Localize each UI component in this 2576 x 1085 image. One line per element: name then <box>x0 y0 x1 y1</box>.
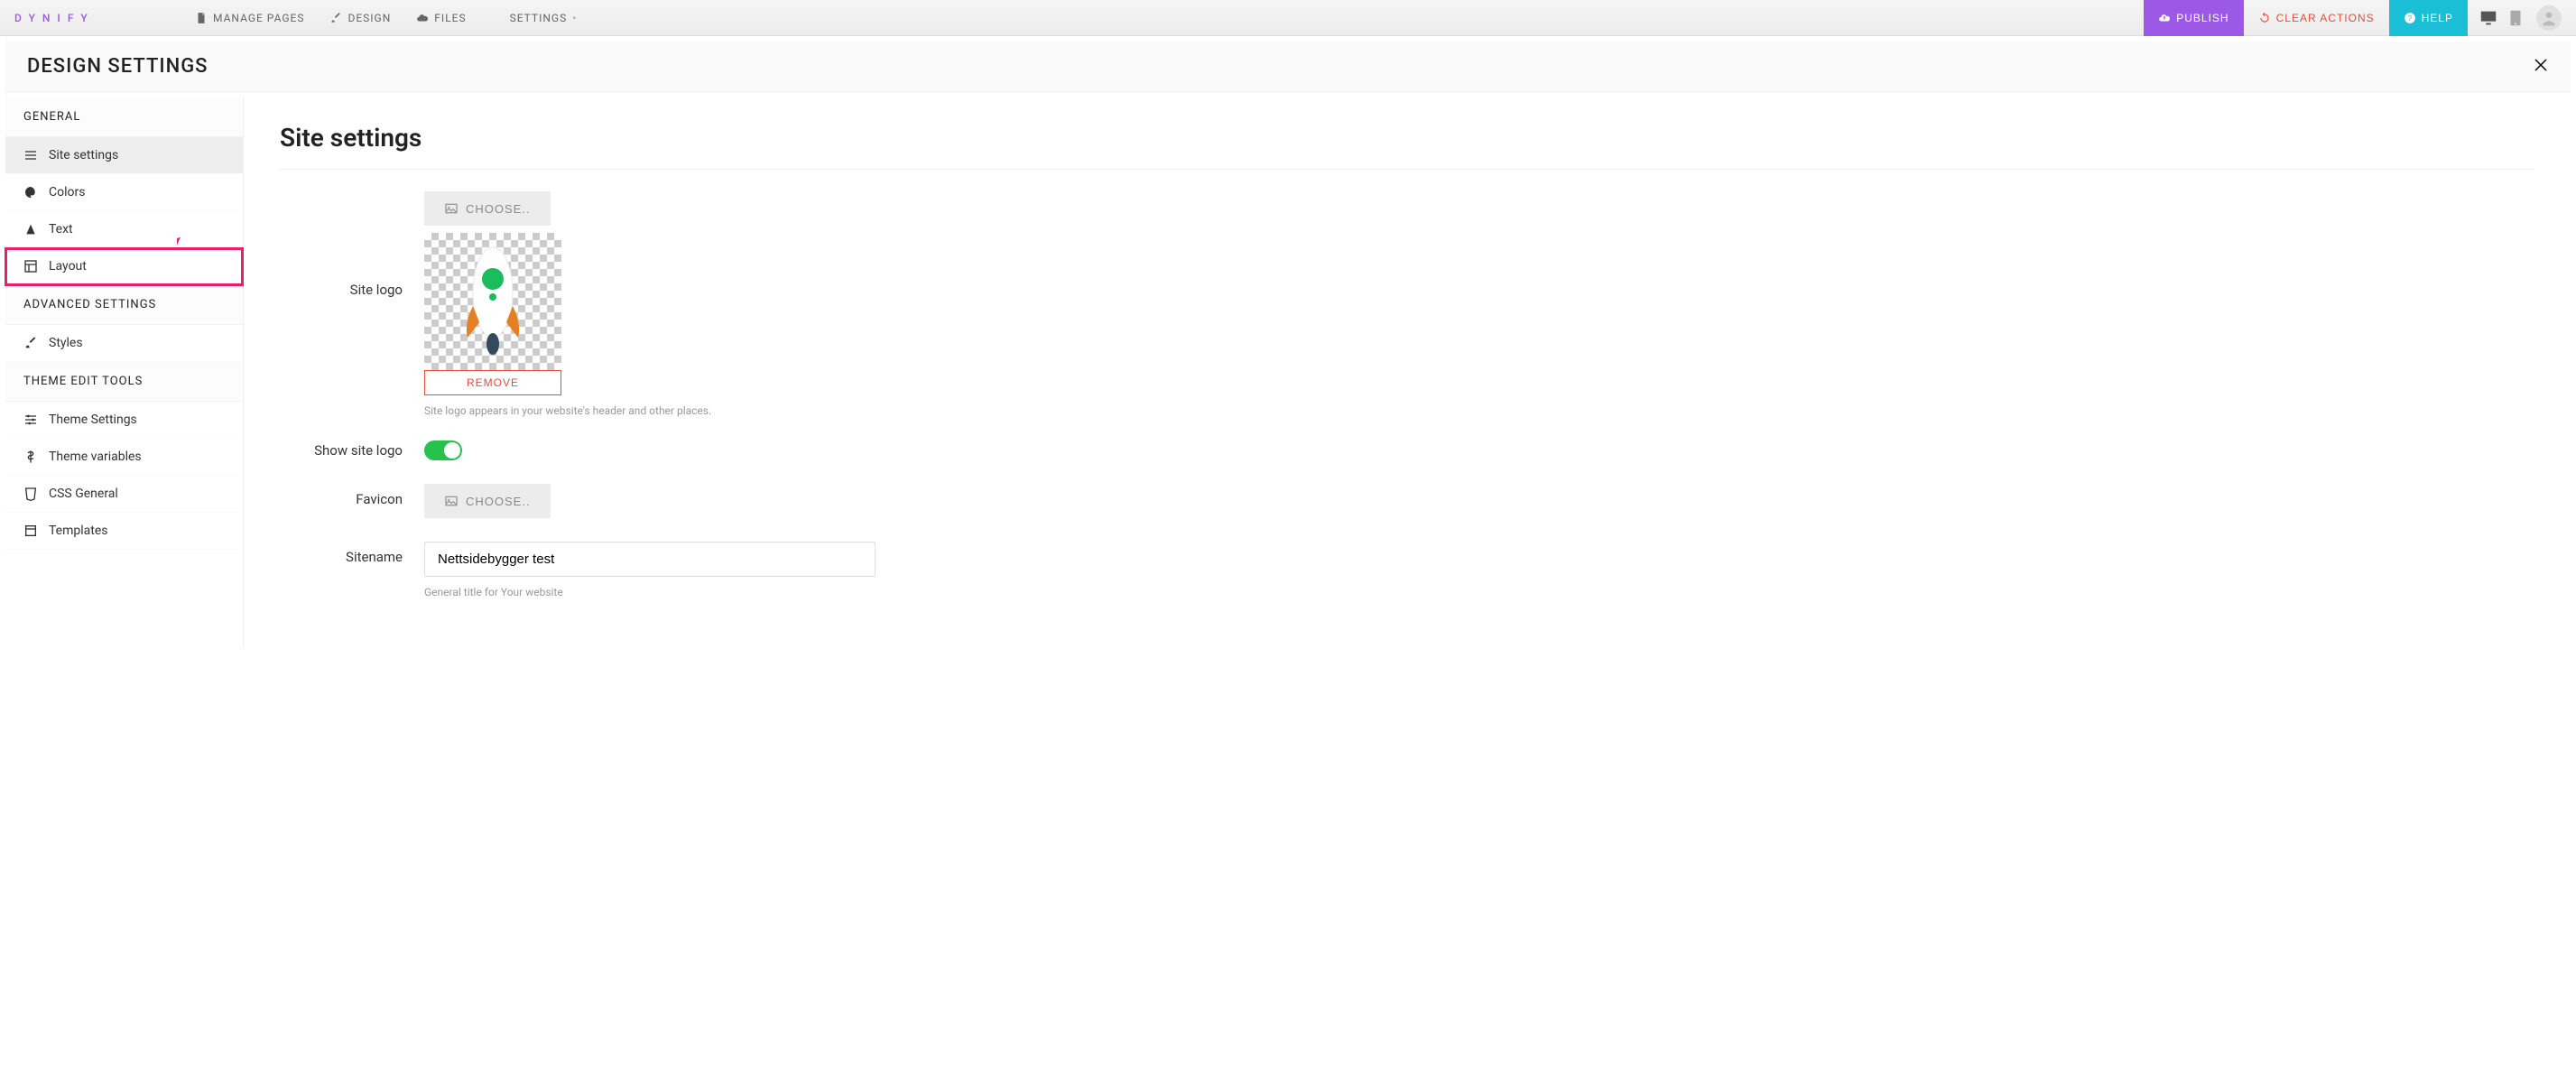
sidebar-item-layout[interactable]: Layout <box>5 248 243 285</box>
nav-manage-pages[interactable]: MANAGE PAGES <box>195 12 304 24</box>
sidebar-item-label: Theme Settings <box>49 413 137 427</box>
panel-header: DESIGN SETTINGS <box>5 42 2571 92</box>
nav-settings-label: SETTINGS <box>510 12 568 24</box>
topbar: DYNIFY MANAGE PAGES DESIGN FILES SETTING… <box>0 0 2576 36</box>
sidebar-item-label: CSS General <box>49 487 118 501</box>
sidebar-item-theme-settings[interactable]: Theme Settings <box>5 402 243 439</box>
palette-icon <box>23 185 38 199</box>
divider <box>280 169 2534 170</box>
main-content: Site settings Site logo CHOOSE.. <box>244 97 2571 647</box>
sidebar-item-label: Templates <box>49 524 108 538</box>
svg-text:?: ? <box>2407 14 2412 22</box>
settings-sidebar: GENERAL Site settings Colors Text Layout… <box>5 97 244 647</box>
hamburger-icon <box>23 148 38 162</box>
viewport-controls <box>2468 8 2536 28</box>
choose-favicon-button[interactable]: CHOOSE.. <box>424 484 551 518</box>
show-logo-toggle[interactable] <box>424 440 462 460</box>
font-icon <box>23 222 38 236</box>
sidebar-item-label: Site settings <box>49 148 118 162</box>
logo-help-text: Site logo appears in your website's head… <box>424 404 876 417</box>
sidebar-item-label: Layout <box>49 259 87 274</box>
toggle-knob <box>444 442 460 459</box>
sitename-row: Sitename General title for Your website <box>280 542 2534 598</box>
site-logo-row: Site logo CHOOSE.. <box>280 191 2534 417</box>
clear-label: CLEAR ACTIONS <box>2276 12 2375 24</box>
sidebar-item-styles[interactable]: Styles <box>5 325 243 362</box>
image-icon <box>444 201 459 216</box>
favicon-label: Favicon <box>280 484 424 507</box>
sidebar-section-general: GENERAL <box>5 97 243 137</box>
choose-label: CHOOSE.. <box>466 495 531 508</box>
main-title: Site settings <box>280 123 2534 153</box>
remove-label: REMOVE <box>467 376 519 389</box>
close-icon <box>2533 57 2549 73</box>
logo-preview <box>424 233 561 370</box>
cloud-icon <box>416 12 429 24</box>
image-icon <box>444 494 459 508</box>
clear-actions-button[interactable]: CLEAR ACTIONS <box>2244 0 2389 36</box>
sidebar-item-theme-variables[interactable]: Theme variables <box>5 439 243 476</box>
help-label: HELP <box>2422 12 2453 24</box>
brand-logo: DYNIFY <box>14 12 195 24</box>
css-icon <box>23 487 38 501</box>
layout-icon <box>23 259 38 274</box>
sitename-help-text: General title for Your website <box>424 586 876 598</box>
sidebar-item-label: Colors <box>49 185 85 199</box>
nav-files-label: FILES <box>434 12 466 24</box>
user-avatar[interactable] <box>2536 5 2562 31</box>
sitename-label: Sitename <box>280 542 424 565</box>
nav-manage-pages-label: MANAGE PAGES <box>213 12 304 24</box>
dollar-icon <box>23 450 38 464</box>
sidebar-item-label: Theme variables <box>49 450 142 464</box>
favicon-row: Favicon CHOOSE.. <box>280 484 2534 518</box>
sitename-input[interactable] <box>424 542 876 577</box>
refresh-icon <box>2258 12 2271 24</box>
panel-body: GENERAL Site settings Colors Text Layout… <box>5 97 2571 647</box>
sidebar-item-label: Text <box>49 222 73 236</box>
sliders-icon <box>23 413 38 427</box>
publish-button[interactable]: PUBLISH <box>2144 0 2243 36</box>
brush-icon <box>23 336 38 350</box>
panel-title: DESIGN SETTINGS <box>27 55 208 78</box>
sliders-icon <box>492 12 505 24</box>
rocket-icon <box>448 243 538 360</box>
sidebar-item-templates[interactable]: Templates <box>5 513 243 550</box>
nav-settings[interactable]: SETTINGS • <box>492 12 578 24</box>
sidebar-item-text[interactable]: Text <box>5 211 243 248</box>
show-logo-label: Show site logo <box>280 440 424 459</box>
desktop-icon[interactable] <box>2479 8 2498 28</box>
tablet-icon[interactable] <box>2506 8 2525 28</box>
publish-label: PUBLISH <box>2176 12 2229 24</box>
brush-icon <box>329 12 342 24</box>
template-icon <box>23 524 38 538</box>
sidebar-section-advanced: ADVANCED SETTINGS <box>5 285 243 325</box>
choose-label: CHOOSE.. <box>466 202 531 216</box>
site-logo-label: Site logo <box>280 191 424 298</box>
sidebar-item-css-general[interactable]: CSS General <box>5 476 243 513</box>
nav-design-label: DESIGN <box>347 12 391 24</box>
close-button[interactable] <box>2533 57 2549 77</box>
cloud-upload-icon <box>2158 12 2171 24</box>
nav-files[interactable]: FILES <box>416 12 466 24</box>
top-nav: MANAGE PAGES DESIGN FILES SETTINGS • <box>195 12 577 24</box>
remove-logo-button[interactable]: REMOVE <box>424 370 561 395</box>
sidebar-item-label: Styles <box>49 336 83 350</box>
sidebar-section-theme-tools: THEME EDIT TOOLS <box>5 362 243 402</box>
sidebar-item-site-settings[interactable]: Site settings <box>5 137 243 174</box>
sidebar-item-colors[interactable]: Colors <box>5 174 243 211</box>
show-logo-row: Show site logo <box>280 440 2534 460</box>
page-icon <box>195 12 208 24</box>
nav-settings-indicator: • <box>572 12 577 24</box>
person-icon <box>2540 9 2558 27</box>
nav-design[interactable]: DESIGN <box>329 12 391 24</box>
help-button[interactable]: ? HELP <box>2389 0 2468 36</box>
choose-logo-button[interactable]: CHOOSE.. <box>424 191 551 226</box>
question-icon: ? <box>2404 12 2416 24</box>
